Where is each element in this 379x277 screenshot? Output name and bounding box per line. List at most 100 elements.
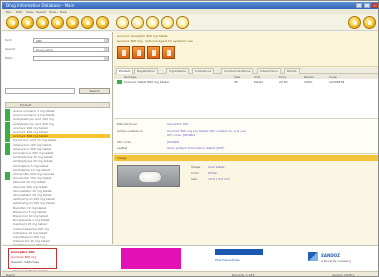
filter-row: Filter: (5, 56, 110, 61)
add-to-list-button[interactable] (147, 46, 160, 59)
leaflet-button[interactable] (117, 46, 130, 59)
cell-package: Aciclovir tablet 800 mg blister (124, 80, 170, 84)
banner-strip: Genoptim SRL Aciclovir 800 mg Generic me… (2, 245, 378, 270)
chevron-down-icon[interactable] (104, 39, 108, 42)
search-button[interactable]: Search (79, 88, 110, 94)
notes-icon[interactable] (131, 16, 144, 29)
pill-color-value: White (208, 171, 217, 175)
column-header[interactable]: Reimb. (304, 75, 314, 79)
column-header[interactable]: Unit (254, 75, 260, 79)
back-icon[interactable] (6, 16, 19, 29)
filter-select[interactable] (33, 56, 109, 61)
search-row: Search (5, 88, 110, 94)
status-text: Ready (6, 273, 16, 277)
detail-pane: Aciclovir Genoptim 800 mg tablet Aciclov… (114, 32, 378, 244)
table-header: Package Size Unit Price Reimb. Code (114, 74, 378, 79)
pill-shape-value: Oval tablet (208, 165, 225, 169)
ad-line: Aciclovir 800 mg (11, 255, 37, 259)
status-records: Records: 1.245 (232, 273, 255, 277)
ad-line: Genoptim SRL (11, 250, 35, 254)
ad-line: Generic medicines (11, 260, 39, 264)
row-marker (117, 80, 122, 84)
cell-reimb: 100% (304, 80, 313, 84)
forward-icon[interactable] (21, 16, 34, 29)
compare-button[interactable] (162, 46, 175, 59)
detail-header: Aciclovir Genoptim 800 mg tablet Aciclov… (114, 32, 378, 67)
pill-shape-label: Shape (191, 165, 201, 169)
manufacturer-link[interactable]: Genoptim SRL (167, 122, 188, 126)
column-header[interactable]: Size (234, 75, 240, 79)
settings-icon[interactable] (161, 16, 174, 29)
atc-link[interactable]: J05AB01 (167, 140, 180, 144)
search-mode-row: Search: Drug name (5, 47, 110, 52)
table-row[interactable]: Aciclovir tablet 800 mg blister 35 table… (114, 80, 378, 84)
search-mode-label: Search: (5, 47, 17, 51)
print-icon[interactable] (66, 16, 79, 29)
banner-ad-genoptim[interactable]: Genoptim SRL Aciclovir 800 mg Generic me… (8, 248, 57, 269)
list-header[interactable]: Product (5, 102, 110, 108)
product-subtitle: Aciclovir 800 mg - Antiviral agent for s… (117, 39, 193, 43)
tablet-image (138, 171, 162, 183)
sort-value: ABC (36, 39, 43, 43)
section-title: Image (117, 156, 127, 160)
sort-label: Sort: (5, 38, 13, 42)
pill-image[interactable] (117, 165, 180, 187)
detail-label: ATC code (117, 140, 131, 144)
column-header[interactable]: Price (279, 75, 286, 79)
maximize-icon[interactable] (364, 3, 370, 8)
status-bar: Ready Records: 1.245 Version 2008.1 (2, 271, 378, 277)
detail-label: Manufacturer (117, 122, 138, 126)
column-header[interactable]: Code (329, 75, 337, 79)
substance-extra: ATC code: J05AB01 (167, 133, 196, 137)
search-icon[interactable] (51, 16, 64, 29)
sidebar: Sort: ABC Search: Drug name Filter: Sear… (2, 32, 113, 273)
print-button[interactable] (132, 46, 145, 59)
list-icon[interactable] (81, 16, 94, 29)
cell-code: 12345678 (329, 80, 345, 84)
cell-size: 35 (234, 80, 238, 84)
compare-icon[interactable] (116, 16, 129, 29)
search-input[interactable] (5, 88, 75, 94)
detail-label: Active substance (117, 129, 143, 133)
pill-panel: Shape Oval tablet Color White Size 19.8 … (114, 161, 378, 244)
pill-size-label: Size (191, 177, 198, 181)
banner-ad-magenta[interactable] (121, 248, 181, 269)
search-mode-select[interactable]: Drug name (33, 47, 109, 52)
sort-row: Sort: ABC (5, 38, 110, 43)
close-icon[interactable] (372, 3, 378, 8)
leaflet-link[interactable]: Open patient information leaflet (PDF) (167, 146, 224, 150)
cell-unit: tablet (254, 80, 263, 84)
ad-logo (215, 249, 263, 255)
about-icon[interactable] (363, 16, 376, 29)
chevron-down-icon[interactable] (104, 57, 108, 60)
toolbar (2, 14, 378, 31)
search-mode-value: Drug name (36, 48, 53, 52)
history-icon[interactable] (176, 16, 189, 29)
home-icon[interactable] (36, 16, 49, 29)
filter-label: Filter: (5, 56, 14, 60)
detail-label: Leaflet (117, 146, 128, 150)
tab-bar: Product Registration Ingredients Indication… (114, 67, 378, 74)
pill-size-value: 19.8 x 9.6 mm (208, 177, 230, 181)
minimize-icon[interactable] (356, 3, 362, 8)
ad-line: Pharmaceuticals (215, 258, 240, 262)
chevron-down-icon[interactable] (104, 48, 108, 51)
favorites-icon[interactable] (146, 16, 159, 29)
sandoz-logo-icon (308, 252, 318, 261)
ad-brand: SANDOZ (321, 253, 340, 258)
info-icon[interactable] (96, 16, 109, 29)
banner-ad-sandoz[interactable]: SANDOZ a Novartis company (298, 248, 373, 269)
sort-select[interactable]: ABC (33, 38, 109, 43)
banner-ad-pharma[interactable]: Pharmaceuticals (209, 248, 269, 269)
column-header[interactable]: Package (124, 75, 136, 79)
cell-price: 22.50 (279, 80, 288, 84)
product-title: Aciclovir Genoptim 800 mg tablet (117, 34, 168, 38)
help-icon[interactable] (348, 16, 361, 29)
ad-tagline: a Novartis company (321, 259, 352, 263)
window-title: Drug Information Database - Main (6, 3, 75, 8)
pill-color-label: Color (191, 171, 199, 175)
product-details: Manufacturer Genoptim SRL Active substan… (114, 119, 378, 154)
title-bar: Drug Information Database - Main (2, 2, 378, 9)
package-table: Package Size Unit Price Reimb. Code Acic… (114, 74, 378, 119)
app-window: Drug Information Database - Main File Ed… (0, 0, 379, 277)
